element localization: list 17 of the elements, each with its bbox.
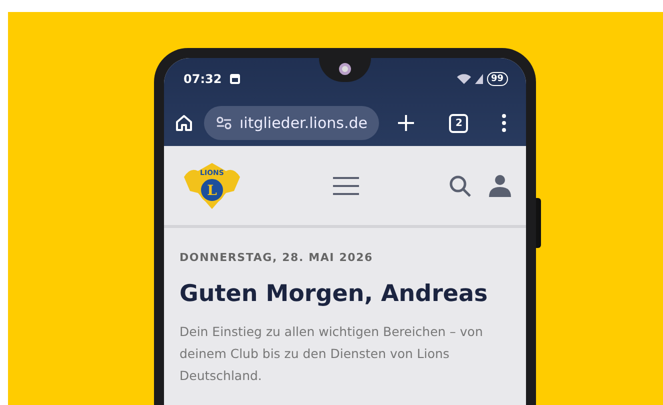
intro-paragraph: Dein Einstieg zu allen wichtigen Bereichen – von deinem Club bis zu den Diensten von Lions Deutschland. [180, 323, 484, 385]
battery-indicator: 99 [486, 72, 508, 86]
site-settings-icon[interactable] [216, 116, 232, 130]
search-icon[interactable] [448, 174, 472, 198]
status-time: 07:32 [184, 71, 222, 88]
hamburger-menu-icon[interactable] [332, 176, 360, 196]
date-label: DONNERSTAG, 28. MAI 2026 [180, 250, 374, 266]
notification-icon [230, 74, 240, 84]
menu-icon[interactable] [502, 114, 506, 132]
home-icon[interactable] [174, 113, 194, 133]
tab-count-button[interactable]: 2 [449, 114, 468, 132]
new-tab-icon[interactable] [397, 114, 416, 132]
wifi-icon [456, 74, 471, 84]
signal-icon [474, 74, 483, 84]
user-icon[interactable] [488, 174, 512, 198]
address-bar[interactable]: ıitglieder.lions.de [204, 106, 380, 140]
greeting-heading: Guten Morgen, Andreas [180, 280, 489, 308]
